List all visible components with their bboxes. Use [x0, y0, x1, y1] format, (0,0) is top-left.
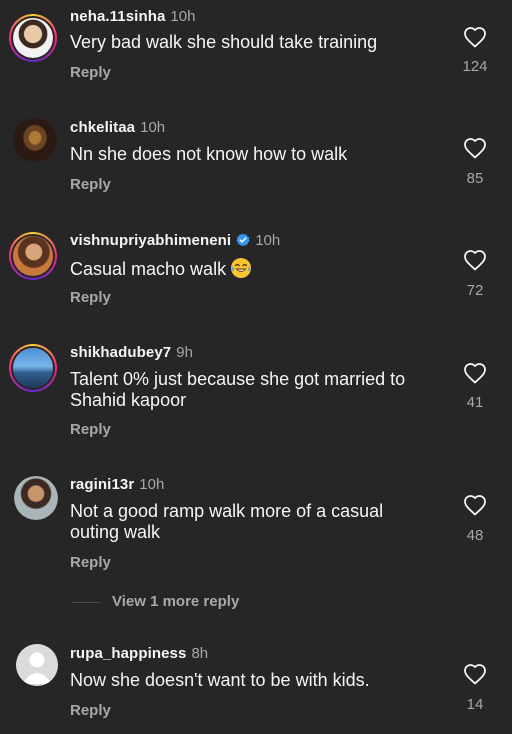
view-more-replies-button[interactable]: View 1 more reply: [72, 593, 239, 610]
view-more-replies-label: View 1 more reply: [112, 593, 240, 610]
comment-text: Talent 0% just because she got married t…: [70, 369, 406, 410]
reply-button[interactable]: Reply: [70, 64, 111, 81]
like-button[interactable]: [455, 26, 495, 48]
heart-outline-icon: [464, 250, 486, 271]
timestamp: 10h: [255, 232, 281, 249]
username[interactable]: neha.11sinha: [70, 8, 165, 25]
heart-outline-icon: [464, 495, 486, 516]
default-avatar-icon: [16, 644, 58, 686]
verified-badge-icon: [236, 233, 250, 247]
username[interactable]: vishnupriyabhimeneni: [70, 232, 231, 249]
timestamp: 8h: [191, 645, 209, 662]
heart-outline-icon: [464, 27, 486, 48]
reply-button[interactable]: Reply: [70, 289, 111, 306]
reply-button[interactable]: Reply: [70, 421, 111, 438]
comment-meta: shikhadubey7 9h: [70, 344, 193, 361]
username[interactable]: ragini13r: [70, 476, 134, 493]
comment-meta: vishnupriyabhimeneni 10h: [70, 232, 280, 249]
timestamp: 10h: [139, 476, 165, 493]
like-button[interactable]: [455, 137, 495, 159]
timestamp: 9h: [176, 344, 193, 361]
avatar[interactable]: [13, 118, 57, 162]
comment-text: Not a good ramp walk more of a casual ou…: [70, 501, 384, 542]
like-button[interactable]: [455, 494, 495, 516]
divider-line: [72, 601, 100, 603]
username[interactable]: rupa_happiness: [70, 645, 186, 662]
avatar[interactable]: [9, 232, 57, 280]
laughing-tears-emoji: [231, 258, 252, 278]
username[interactable]: chkelitaa: [70, 119, 135, 136]
comment-meta: neha.11sinha 10h: [70, 8, 195, 25]
timestamp: 10h: [140, 119, 166, 136]
comment-text-content: Casual macho walk: [70, 259, 227, 279]
comment-meta: ragini13r 10h: [70, 476, 164, 493]
avatar[interactable]: [14, 476, 58, 520]
heart-outline-icon: [464, 664, 486, 685]
like-button[interactable]: [455, 362, 495, 384]
reply-button[interactable]: Reply: [70, 702, 111, 719]
like-count: 85: [466, 170, 484, 187]
like-count: 41: [466, 394, 484, 411]
like-count: 72: [466, 282, 484, 299]
heart-outline-icon: [464, 138, 486, 159]
reply-button[interactable]: Reply: [70, 554, 111, 571]
reply-button[interactable]: Reply: [70, 176, 111, 193]
comment-text: Very bad walk she should take training: [70, 32, 378, 52]
heart-outline-icon: [464, 363, 486, 384]
like-button[interactable]: [455, 249, 495, 271]
comment-meta: chkelitaa 10h: [70, 119, 165, 136]
comment-text: Casual macho walk: [70, 257, 430, 280]
like-button[interactable]: [455, 663, 495, 685]
username[interactable]: shikhadubey7: [70, 344, 171, 361]
avatar[interactable]: [9, 344, 57, 392]
avatar[interactable]: [16, 644, 58, 686]
comment-meta: rupa_happiness 8h: [70, 645, 208, 662]
like-count: 124: [462, 58, 488, 75]
like-count: 48: [466, 527, 484, 544]
comment-text: Nn she does not know how to walk: [70, 144, 348, 164]
comment-text: Now she doesn't want to be with kids.: [70, 670, 370, 690]
avatar[interactable]: [9, 14, 57, 62]
like-count: 14: [466, 696, 484, 713]
timestamp: 10h: [170, 8, 196, 25]
